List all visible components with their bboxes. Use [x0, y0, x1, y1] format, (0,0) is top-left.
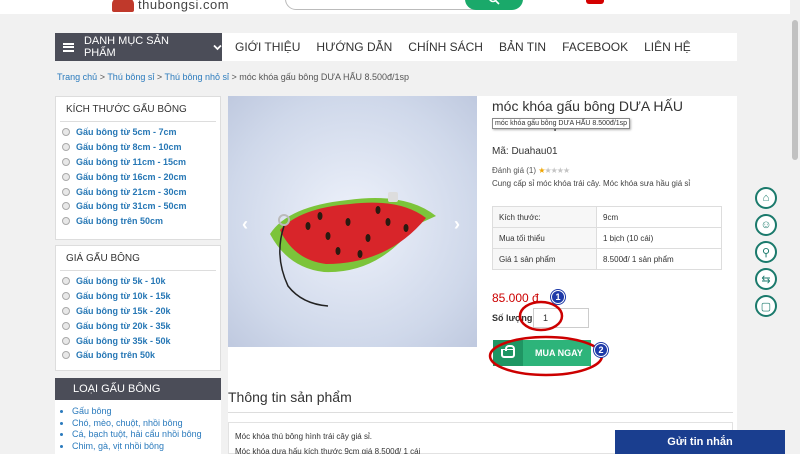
- home-icon[interactable]: ⌂: [755, 187, 777, 209]
- scrollbar-thumb[interactable]: [792, 20, 798, 160]
- chat-icon[interactable]: ▢: [755, 295, 777, 317]
- annotation-circle-quantity: [518, 300, 564, 332]
- annotation-marker-1: 1: [551, 290, 565, 304]
- annotation-overlay: [488, 300, 604, 377]
- annotation-marker-2: 2: [594, 343, 608, 357]
- send-message-button[interactable]: Gửi tin nhắn: [615, 430, 785, 454]
- floating-tool-icons: ⌂ ☺ ⚲ ⇆ ▢: [755, 187, 777, 322]
- support-icon[interactable]: ☺: [755, 214, 777, 236]
- page-scrollbar[interactable]: [790, 0, 800, 454]
- search-icon[interactable]: ⚲: [755, 241, 777, 263]
- transfer-icon[interactable]: ⇆: [755, 268, 777, 290]
- annotation-circle-buy: [488, 335, 604, 377]
